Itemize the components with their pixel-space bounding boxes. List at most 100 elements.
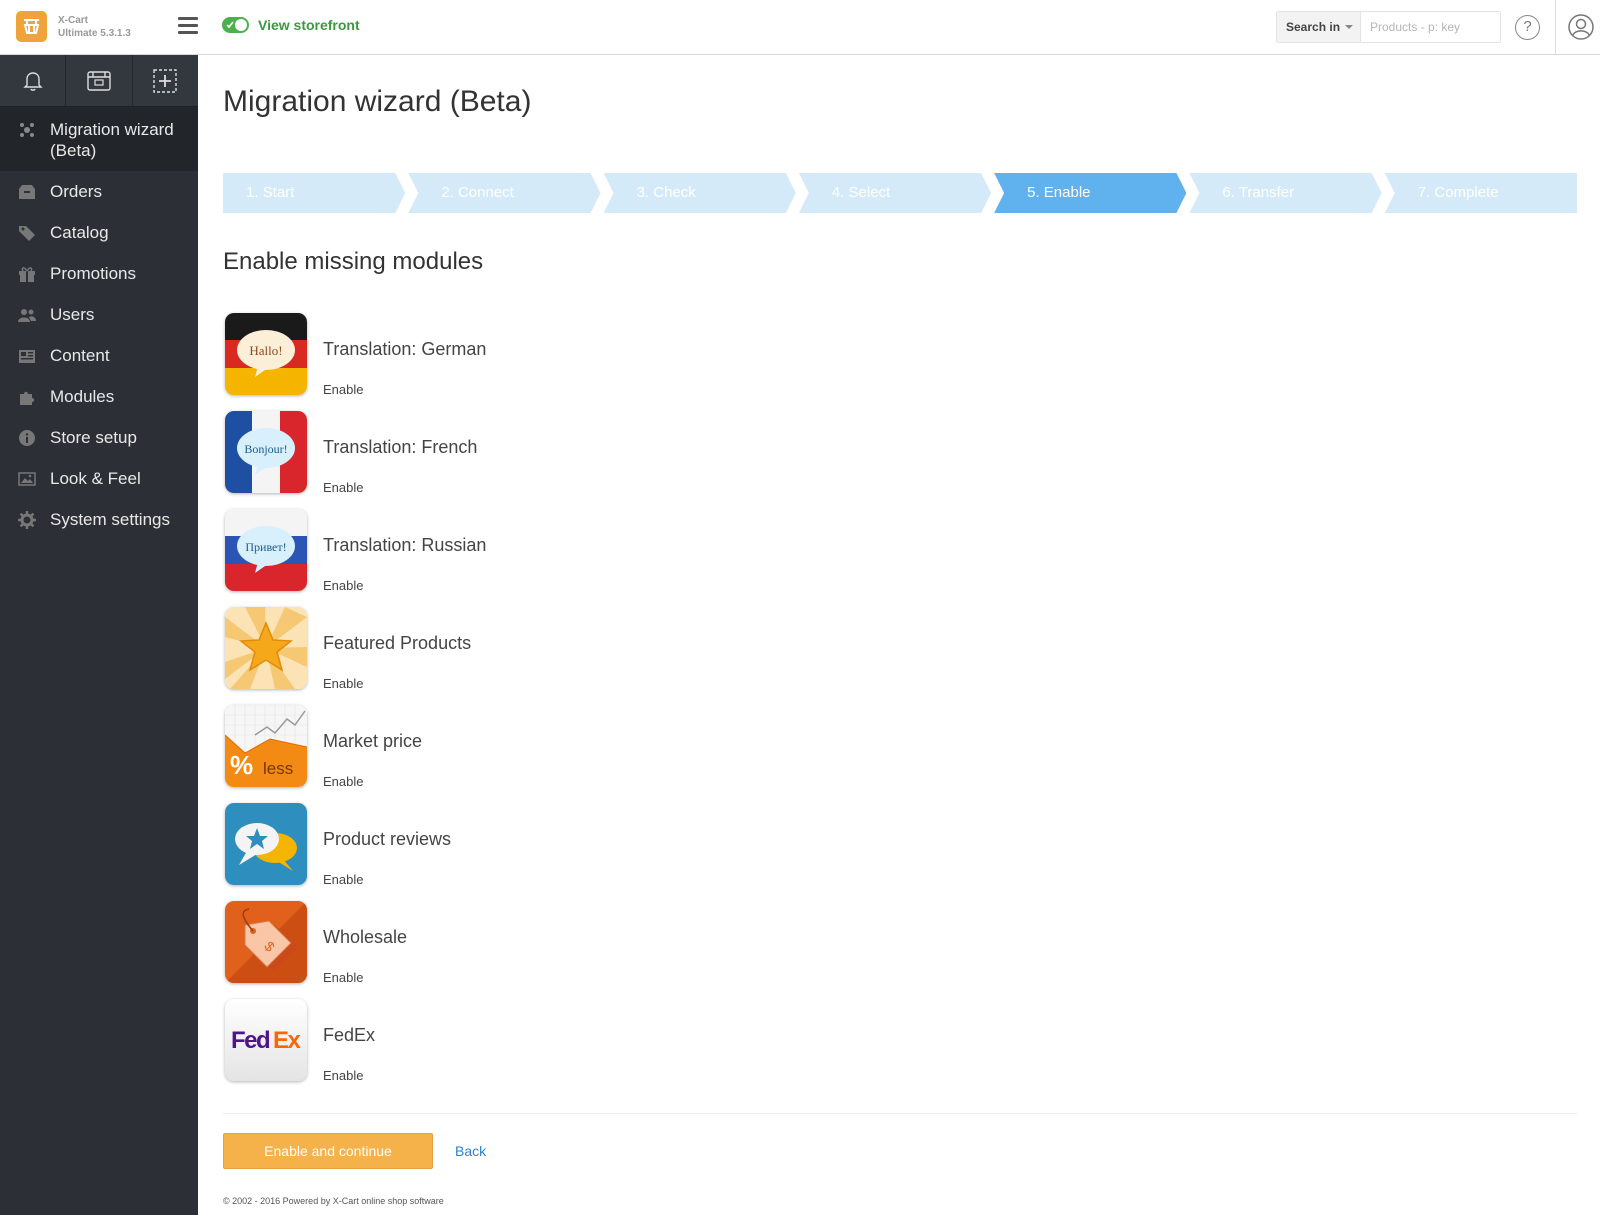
users-icon (18, 306, 36, 324)
divider (223, 1113, 1577, 1114)
module-name: Translation: German (323, 339, 487, 359)
step-transfer[interactable]: 6. Transfer (1189, 173, 1381, 213)
account-icon[interactable] (1568, 14, 1594, 40)
step-connect[interactable]: 2. Connect (408, 173, 600, 213)
toggle-on-icon[interactable] (222, 17, 249, 33)
module-icon-text: Bonjour! (244, 442, 287, 456)
view-storefront-toggle[interactable]: View storefront (222, 17, 360, 33)
search-bar: Search in (1276, 11, 1501, 43)
enable-link[interactable]: Enable (323, 578, 363, 593)
storefront-button[interactable] (66, 55, 133, 106)
module-icon-text: Hallo! (249, 343, 282, 358)
svg-text:Ex: Ex (273, 1027, 302, 1054)
add-product-icon (153, 68, 178, 93)
view-storefront-link[interactable]: View storefront (258, 17, 360, 33)
step-enable[interactable]: 5. Enable (994, 173, 1186, 213)
search-in-label: Search in (1286, 20, 1341, 34)
sidebar-item-modules[interactable]: Modules (0, 376, 198, 417)
sidebar-item-orders[interactable]: Orders (0, 171, 198, 212)
section-title: Enable missing modules (223, 248, 484, 275)
image-icon (18, 470, 36, 488)
menu-toggle-icon[interactable] (178, 17, 198, 35)
module-name: Market price (323, 731, 423, 751)
enable-link[interactable]: Enable (323, 676, 363, 691)
sidebar: Migration wizard (Beta) Orders Catalog P… (0, 55, 198, 1215)
help-icon[interactable]: ? (1515, 15, 1540, 40)
enable-link[interactable]: Enable (323, 872, 363, 887)
module-name: Translation: French (323, 437, 478, 457)
module-name: Wholesale (323, 927, 408, 947)
notifications-button[interactable] (0, 55, 67, 106)
storefront-icon (87, 70, 111, 91)
star-icon (225, 607, 307, 689)
sidebar-item-label: Modules (50, 387, 115, 406)
price-tag-icon: $ (225, 901, 307, 983)
gear-icon (18, 511, 36, 529)
sidebar-item-label: Content (50, 346, 110, 365)
modules-icon (18, 388, 36, 406)
module-name: Product reviews (323, 829, 452, 849)
sidebar-item-label: Migration wizard (Beta) (50, 120, 174, 160)
module-icon-text: Привет! (245, 540, 286, 554)
footer-copyright: © 2002 - 2016 Powered by X-Cart online s… (223, 1196, 444, 1206)
sidebar-item-label: System settings (50, 510, 170, 529)
brand-text: X-Cart Ultimate 5.3.1.3 (58, 14, 131, 40)
search-input[interactable] (1361, 12, 1500, 42)
info-icon (18, 429, 36, 447)
orders-icon (18, 183, 36, 201)
french-flag-icon: Bonjour! (225, 411, 307, 493)
sidebar-item-label: Look & Feel (50, 469, 141, 488)
sidebar-nav: Migration wizard (Beta) Orders Catalog P… (0, 107, 198, 540)
fedex-logo-icon: Fed Ex (225, 999, 307, 1081)
catalog-icon (18, 224, 36, 242)
brand-version: Ultimate 5.3.1.3 (58, 28, 131, 39)
sidebar-item-migration-wizard[interactable]: Migration wizard (Beta) (0, 107, 198, 171)
top-bar: X-Cart Ultimate 5.3.1.3 View storefront … (0, 0, 1600, 55)
brand-name: X-Cart (58, 15, 89, 26)
russian-flag-icon: Привет! (225, 509, 307, 591)
sidebar-item-system-settings[interactable]: System settings (0, 499, 198, 540)
sidebar-item-users[interactable]: Users (0, 294, 198, 335)
svg-text:%: % (230, 750, 253, 780)
content-icon (18, 347, 36, 365)
sidebar-item-store-setup[interactable]: Store setup (0, 417, 198, 458)
search-in-dropdown[interactable]: Search in (1277, 12, 1361, 42)
caret-down-icon (1345, 25, 1354, 29)
reviews-icon (225, 803, 307, 885)
sidebar-item-label: Catalog (50, 223, 109, 242)
step-check[interactable]: 3. Check (604, 173, 796, 213)
sidebar-item-promotions[interactable]: Promotions (0, 253, 198, 294)
back-link[interactable]: Back (455, 1143, 486, 1159)
svg-text:Fed: Fed (231, 1027, 270, 1054)
step-select[interactable]: 4. Select (799, 173, 991, 213)
header-divider (1555, 0, 1556, 54)
module-name: FedEx (323, 1025, 376, 1045)
xcart-logo[interactable] (16, 11, 47, 42)
sidebar-item-label: Users (50, 305, 95, 324)
sidebar-item-content[interactable]: Content (0, 335, 198, 376)
sidebar-item-look-feel[interactable]: Look & Feel (0, 458, 198, 499)
module-name: Featured Products (323, 633, 472, 653)
enable-and-continue-button[interactable]: Enable and continue (223, 1133, 433, 1169)
quick-actions (0, 55, 198, 107)
add-product-button[interactable] (133, 55, 198, 106)
german-flag-icon: Hallo! (225, 313, 307, 395)
svg-text:less: less (263, 759, 293, 778)
sidebar-item-label: Promotions (50, 264, 136, 283)
enable-link[interactable]: Enable (323, 1068, 363, 1083)
market-price-icon: % less (225, 705, 307, 787)
sidebar-item-label: Orders (50, 182, 102, 201)
sidebar-item-label: Store setup (50, 428, 137, 447)
sidebar-item-catalog[interactable]: Catalog (0, 212, 198, 253)
step-complete[interactable]: 7. Complete (1384, 173, 1577, 213)
enable-link[interactable]: Enable (323, 480, 363, 495)
enable-link[interactable]: Enable (323, 382, 363, 397)
page-title: Migration wizard (Beta) (223, 85, 532, 118)
step-start[interactable]: 1. Start (223, 173, 405, 213)
enable-link[interactable]: Enable (323, 774, 363, 789)
enable-link[interactable]: Enable (323, 970, 363, 985)
logo-icon (23, 19, 40, 34)
wizard-steps: 1. Start 2. Connect 3. Check 4. Select 5… (223, 173, 1577, 213)
wizard-icon (18, 121, 36, 139)
module-name: Translation: Russian (323, 535, 487, 555)
